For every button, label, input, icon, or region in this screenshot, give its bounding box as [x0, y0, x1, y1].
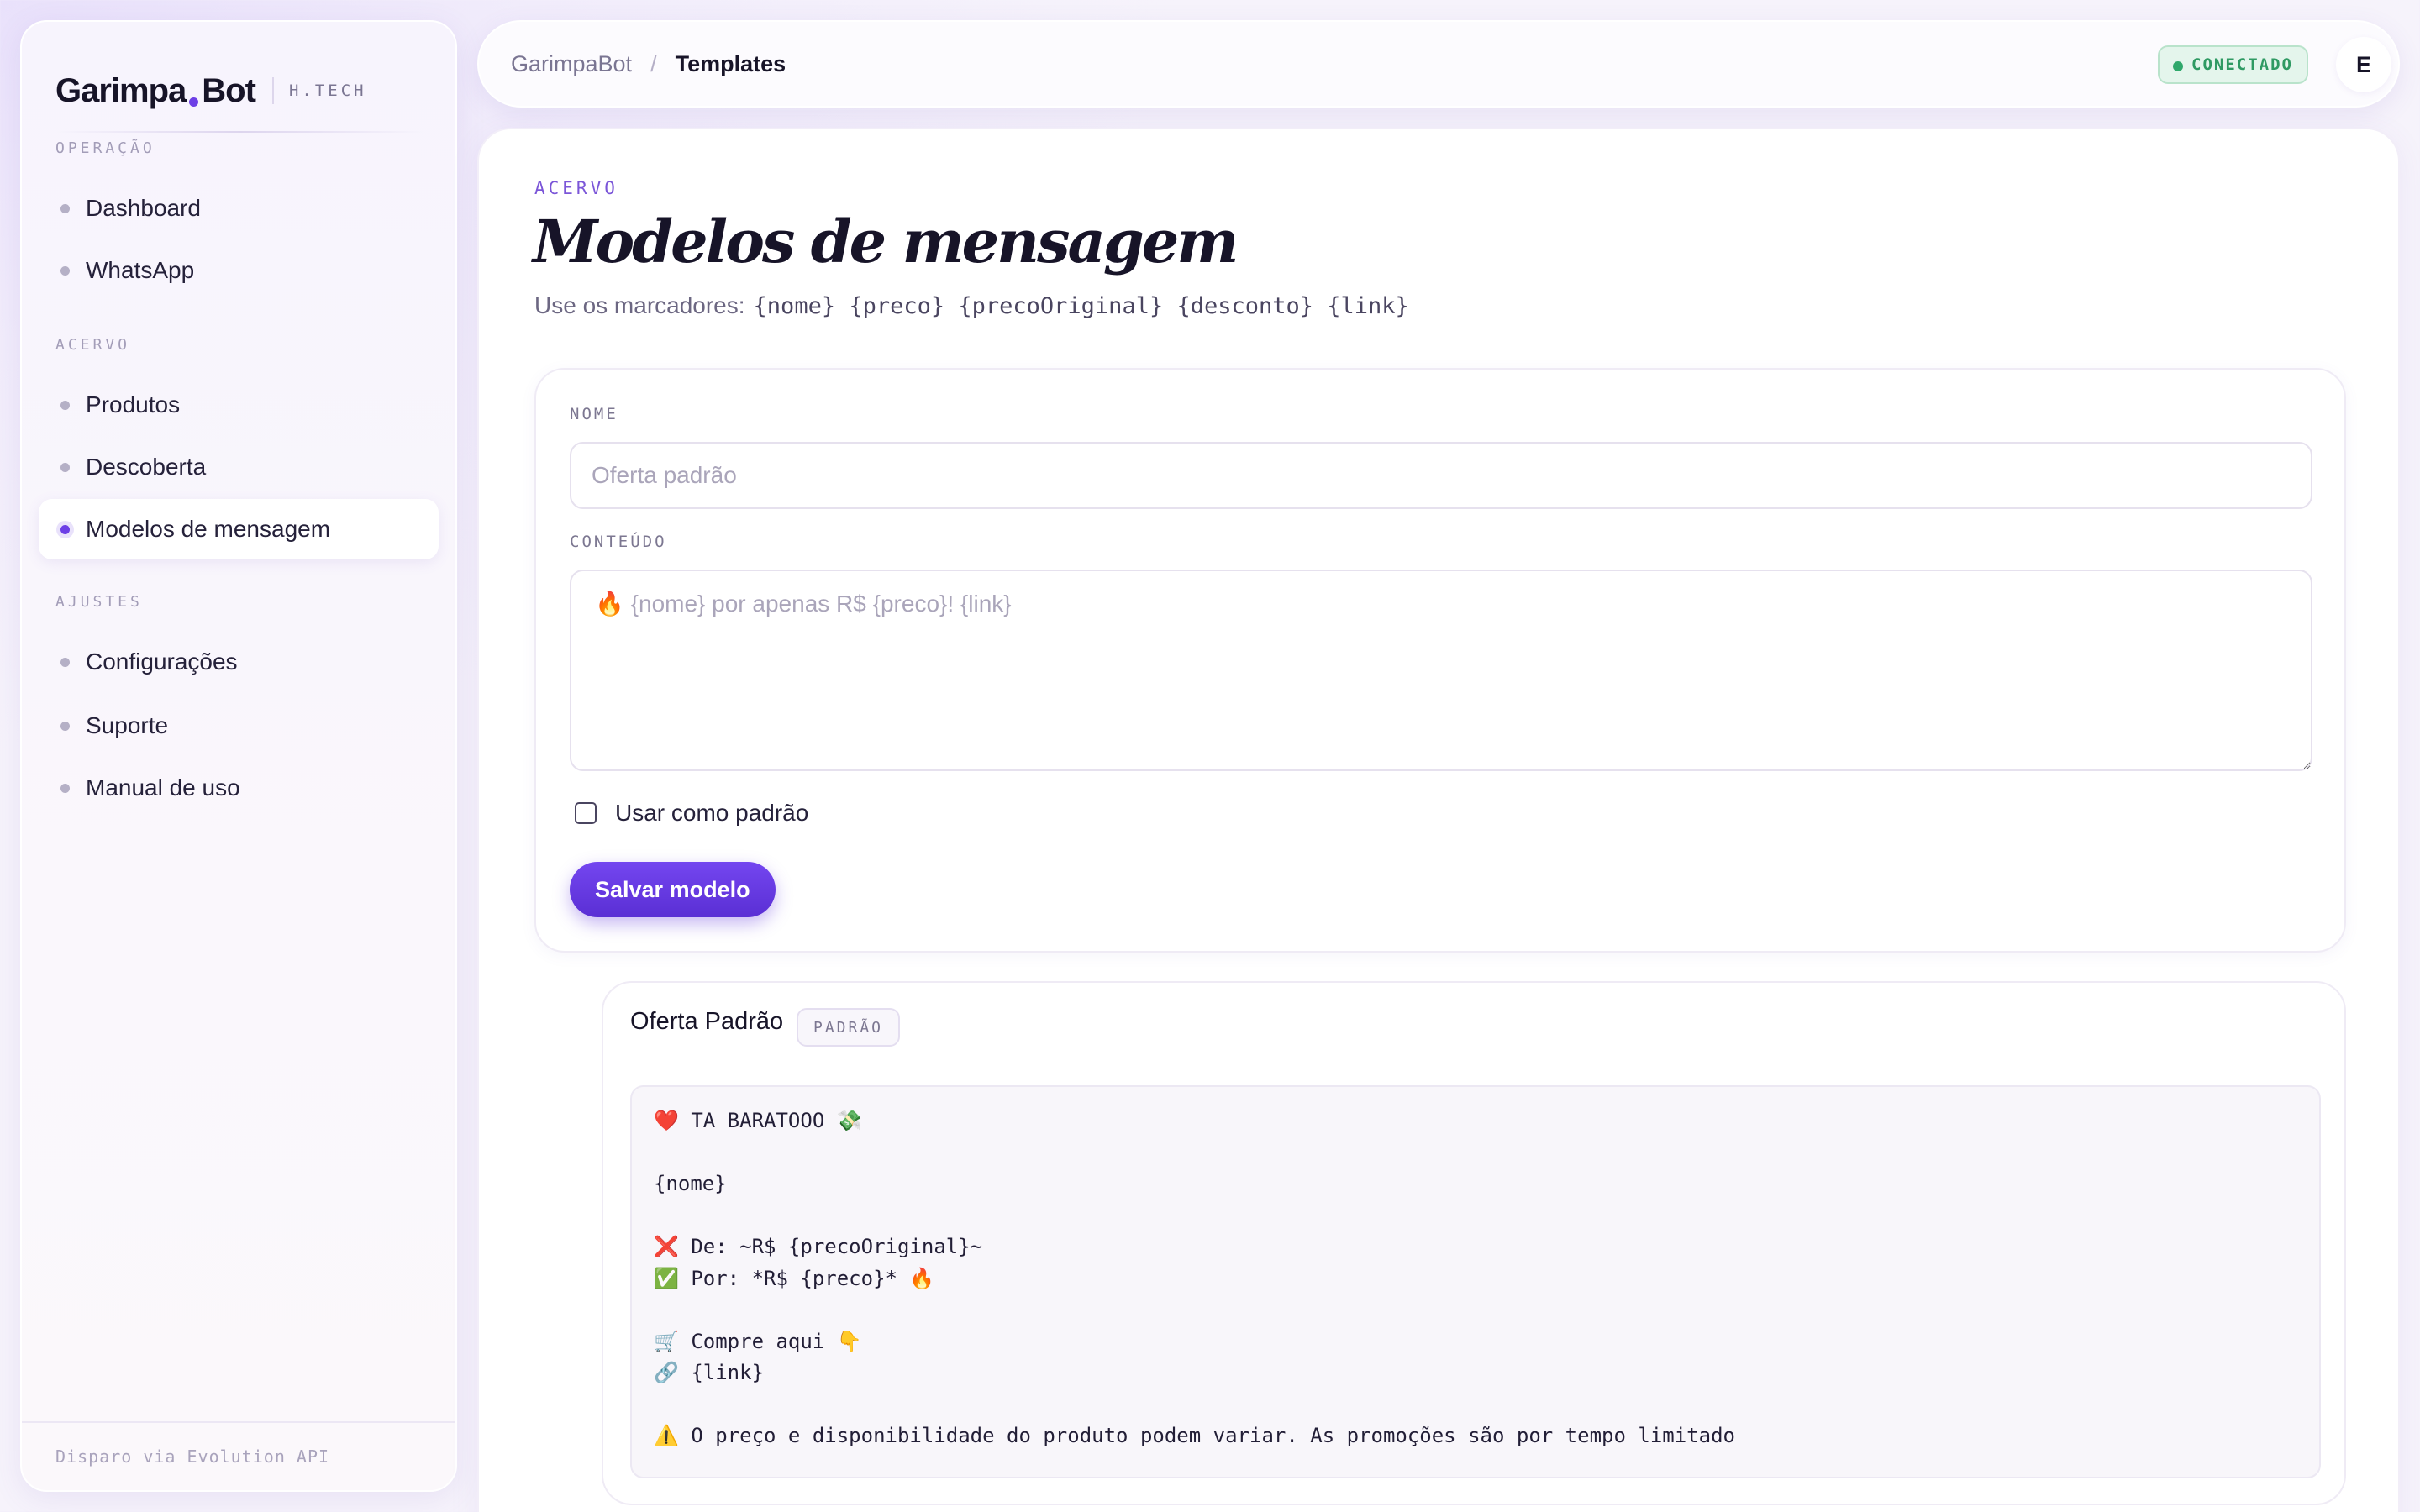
bullet-icon [60, 204, 70, 213]
default-checkbox-row[interactable]: Usar como padrão [575, 800, 808, 827]
sidebar: Garimpa Bot H.TECH OPERAÇÃO Dashboard Wha… [20, 20, 457, 1492]
content-textarea[interactable] [570, 570, 2312, 771]
template-card[interactable]: Oferta Padrão PADRÃO ❤️ TA BARATOOO 💸 {n… [602, 981, 2346, 1505]
main-panel: ACERVO Modelos de mensagem Use os marcad… [477, 128, 2400, 1512]
sidebar-item-dashboard[interactable]: Dashboard [39, 178, 439, 239]
brand-divider [271, 77, 274, 104]
status-text: CONECTADO [2191, 55, 2293, 74]
status-dot-icon [2173, 61, 2183, 71]
brand-dot-icon [189, 97, 199, 107]
sidebar-item-label: Dashboard [86, 195, 201, 221]
save-template-button[interactable]: Salvar modelo [570, 862, 776, 917]
brand-name: Garimpa Bot [55, 71, 256, 109]
placeholder-tokens: {nome} {preco} {precoOriginal} {desconto… [753, 292, 1409, 319]
content-field-label: CONTEÚDO [570, 533, 667, 551]
sidebar-item-manual-de-uso[interactable]: Manual de uso [39, 758, 439, 818]
default-badge: PADRÃO [797, 1008, 901, 1047]
template-form: NOME CONTEÚDO Usar como padrão Salvar mo… [534, 368, 2346, 953]
bullet-icon [60, 658, 70, 667]
sidebar-item-produtos[interactable]: Produtos [39, 375, 439, 435]
bullet-icon [60, 266, 70, 276]
sidebar-item-configuracoes[interactable]: Configurações [39, 632, 439, 692]
sidebar-item-modelos-de-mensagem[interactable]: Modelos de mensagem [39, 499, 439, 559]
template-name: Oferta Padrão [630, 1008, 784, 1035]
bullet-icon [60, 784, 70, 793]
bullet-icon [60, 525, 70, 534]
page-subtitle: Use os marcadores: {nome} {preco} {preco… [534, 292, 1409, 319]
sidebar-item-suporte[interactable]: Suporte [39, 696, 439, 756]
bullet-icon [60, 401, 70, 410]
sidebar-item-descoberta[interactable]: Descoberta [39, 437, 439, 497]
sidebar-item-label: Suporte [86, 712, 169, 738]
brand-divider-line [55, 131, 425, 133]
nav-section-operacao: OPERAÇÃO [55, 139, 155, 157]
sidebar-item-label: Descoberta [86, 454, 207, 480]
breadcrumb-root[interactable]: GarimpaBot [511, 51, 632, 77]
sidebar-item-label: Modelos de mensagem [86, 516, 331, 542]
sidebar-item-label: Produtos [86, 391, 181, 417]
sidebar-item-label: Configurações [86, 648, 238, 675]
name-input[interactable] [570, 442, 2312, 509]
page-title: Modelos de mensagem [533, 207, 1239, 276]
topbar: GarimpaBot / Templates CONECTADO E [477, 20, 2400, 108]
sidebar-item-whatsapp[interactable]: WhatsApp [39, 240, 439, 301]
page-eyebrow: ACERVO [534, 178, 618, 198]
avatar[interactable]: E [2336, 37, 2391, 92]
template-content-preview: ❤️ TA BARATOOO 💸 {nome} ❌ De: ~R$ {preco… [630, 1085, 2321, 1478]
default-checkbox[interactable] [575, 802, 597, 824]
brand-tag: H.TECH [288, 81, 367, 100]
breadcrumb-current: Templates [675, 50, 786, 76]
default-checkbox-label: Usar como padrão [615, 800, 809, 826]
nav-section-ajustes: AJUSTES [55, 593, 143, 611]
name-field-label: NOME [570, 405, 618, 423]
sidebar-item-label: WhatsApp [86, 257, 195, 283]
subtitle-prefix: Use os marcadores: [534, 292, 745, 318]
sidebar-item-label: Manual de uso [86, 774, 240, 801]
bullet-icon [60, 722, 70, 731]
nav-section-acervo: ACERVO [55, 336, 131, 354]
brand-logo[interactable]: Garimpa Bot H.TECH [55, 69, 367, 113]
sidebar-footer: Disparo via Evolution API [22, 1421, 455, 1490]
breadcrumb-separator: / [650, 50, 657, 76]
bullet-icon [60, 463, 70, 472]
breadcrumb: GarimpaBot / Templates [511, 22, 786, 106]
connection-status-badge: CONECTADO [2158, 45, 2308, 84]
